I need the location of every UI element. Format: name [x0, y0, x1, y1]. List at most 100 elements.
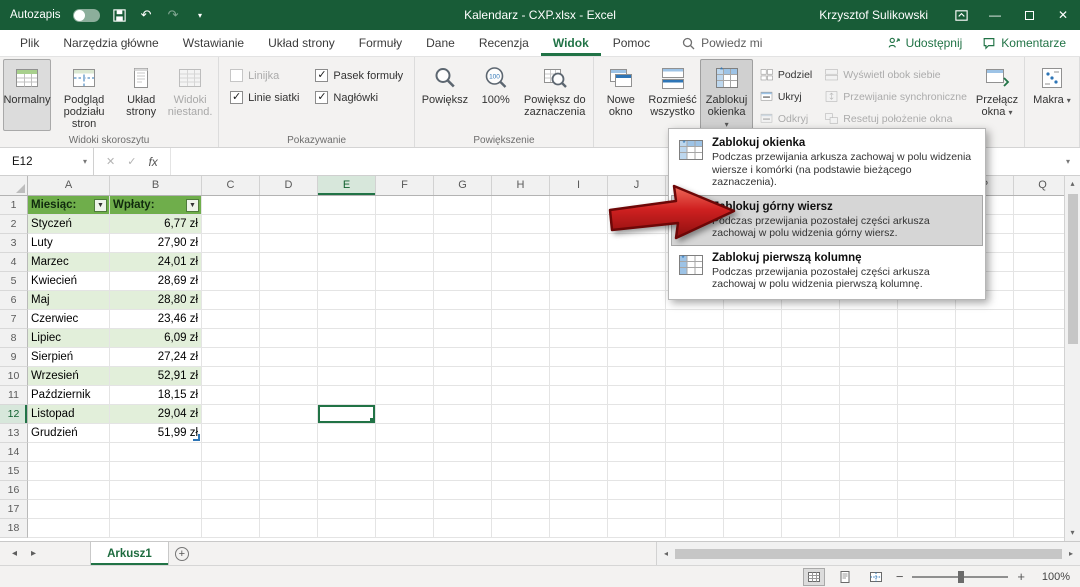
cell-M14[interactable]	[782, 443, 840, 462]
cell-G12[interactable]	[434, 405, 492, 424]
cell-C13[interactable]	[202, 424, 260, 443]
cell-B12[interactable]: 29,04 zł	[110, 405, 202, 424]
cell-O8[interactable]	[898, 329, 956, 348]
cell-A14[interactable]	[28, 443, 110, 462]
cell-D12[interactable]	[260, 405, 318, 424]
row-header-4[interactable]: 4	[0, 253, 28, 272]
cell-H12[interactable]	[492, 405, 550, 424]
cell-E18[interactable]	[318, 519, 376, 538]
cell-A12[interactable]: Listopad	[28, 405, 110, 424]
cell-A4[interactable]: Marzec	[28, 253, 110, 272]
close-button[interactable]: ✕	[1046, 0, 1080, 30]
cell-L13[interactable]	[724, 424, 782, 443]
cell-Q17[interactable]	[1014, 500, 1064, 519]
cell-N14[interactable]	[840, 443, 898, 462]
cell-D14[interactable]	[260, 443, 318, 462]
cell-N10[interactable]	[840, 367, 898, 386]
tab-recenzja[interactable]: Recenzja	[467, 30, 541, 56]
column-header-C[interactable]: C	[202, 176, 260, 195]
cell-C4[interactable]	[202, 253, 260, 272]
hide-button[interactable]: Ukryj	[755, 87, 816, 106]
cell-B6[interactable]: 28,80 zł	[110, 291, 202, 310]
cell-B2[interactable]: 6,77 zł	[110, 215, 202, 234]
row-header-2[interactable]: 2	[0, 215, 28, 234]
cell-A6[interactable]: Maj	[28, 291, 110, 310]
page-break-preview-button[interactable]: Podgląd podziału stron	[51, 59, 117, 131]
cell-Q7[interactable]	[1014, 310, 1064, 329]
row-header-17[interactable]: 17	[0, 500, 28, 519]
horizontal-scrollbar[interactable]: ◂ ▸	[656, 542, 1080, 565]
zoom-button[interactable]: Powiększ	[418, 59, 472, 131]
cell-C6[interactable]	[202, 291, 260, 310]
cell-H9[interactable]	[492, 348, 550, 367]
cell-P12[interactable]	[956, 405, 1014, 424]
cell-F13[interactable]	[376, 424, 434, 443]
zoom-100-button[interactable]: 100%	[472, 59, 520, 131]
cell-M11[interactable]	[782, 386, 840, 405]
cell-C11[interactable]	[202, 386, 260, 405]
cell-N9[interactable]	[840, 348, 898, 367]
cell-K17[interactable]	[666, 500, 724, 519]
zoom-to-selection-button[interactable]: Powiększ do zaznaczenia	[520, 59, 590, 131]
cell-J7[interactable]	[608, 310, 666, 329]
cell-E10[interactable]	[318, 367, 376, 386]
new-sheet-button[interactable]: +	[169, 542, 195, 565]
minimize-button[interactable]: —	[978, 0, 1012, 30]
headings-checkbox-row[interactable]: Nagłówki	[315, 91, 403, 104]
cell-H17[interactable]	[492, 500, 550, 519]
cell-A17[interactable]	[28, 500, 110, 519]
cell-C3[interactable]	[202, 234, 260, 253]
cell-B3[interactable]: 27,90 zł	[110, 234, 202, 253]
cell-J4[interactable]	[608, 253, 666, 272]
cell-P17[interactable]	[956, 500, 1014, 519]
cell-B15[interactable]	[110, 462, 202, 481]
cell-K14[interactable]	[666, 443, 724, 462]
cell-B1[interactable]: Wpłaty:▼	[110, 196, 202, 215]
cell-H8[interactable]	[492, 329, 550, 348]
cell-F3[interactable]	[376, 234, 434, 253]
cell-N12[interactable]	[840, 405, 898, 424]
enter-formula-icon[interactable]: ✓	[127, 155, 136, 168]
cell-G16[interactable]	[434, 481, 492, 500]
tell-me-search[interactable]: Powiedz mi	[682, 30, 762, 56]
cell-J14[interactable]	[608, 443, 666, 462]
cell-M7[interactable]	[782, 310, 840, 329]
cell-P10[interactable]	[956, 367, 1014, 386]
cell-P14[interactable]	[956, 443, 1014, 462]
row-header-16[interactable]: 16	[0, 481, 28, 500]
cell-I10[interactable]	[550, 367, 608, 386]
cell-G18[interactable]	[434, 519, 492, 538]
synchronous-scrolling-button[interactable]: Przewijanie synchroniczne	[820, 87, 971, 106]
cell-D3[interactable]	[260, 234, 318, 253]
column-header-G[interactable]: G	[434, 176, 492, 195]
tab-plik[interactable]: Plik	[8, 30, 51, 56]
cell-Q11[interactable]	[1014, 386, 1064, 405]
cell-H7[interactable]	[492, 310, 550, 329]
cell-I7[interactable]	[550, 310, 608, 329]
scroll-down-icon[interactable]: ▾	[1070, 525, 1074, 541]
cell-E12[interactable]	[318, 405, 376, 424]
row-header-8[interactable]: 8	[0, 329, 28, 348]
cell-Q13[interactable]	[1014, 424, 1064, 443]
cell-K8[interactable]	[666, 329, 724, 348]
comments-button[interactable]: Komentarze	[982, 36, 1066, 50]
maximize-button[interactable]	[1012, 0, 1046, 30]
redo-icon[interactable]: ↷	[166, 8, 181, 23]
cancel-formula-icon[interactable]: ✕	[106, 155, 115, 168]
cell-L8[interactable]	[724, 329, 782, 348]
cell-O13[interactable]	[898, 424, 956, 443]
row-header-18[interactable]: 18	[0, 519, 28, 538]
zoom-out-button[interactable]: −	[896, 569, 904, 584]
cell-H13[interactable]	[492, 424, 550, 443]
cell-O17[interactable]	[898, 500, 956, 519]
cell-L14[interactable]	[724, 443, 782, 462]
cell-E13[interactable]	[318, 424, 376, 443]
cell-A2[interactable]: Styczeń	[28, 215, 110, 234]
column-header-Q[interactable]: Q	[1014, 176, 1064, 195]
cell-D8[interactable]	[260, 329, 318, 348]
cell-D9[interactable]	[260, 348, 318, 367]
tab-uklad-strony[interactable]: Układ strony	[256, 30, 347, 56]
cell-J15[interactable]	[608, 462, 666, 481]
unhide-button[interactable]: Odkryj	[755, 109, 816, 128]
cell-C16[interactable]	[202, 481, 260, 500]
